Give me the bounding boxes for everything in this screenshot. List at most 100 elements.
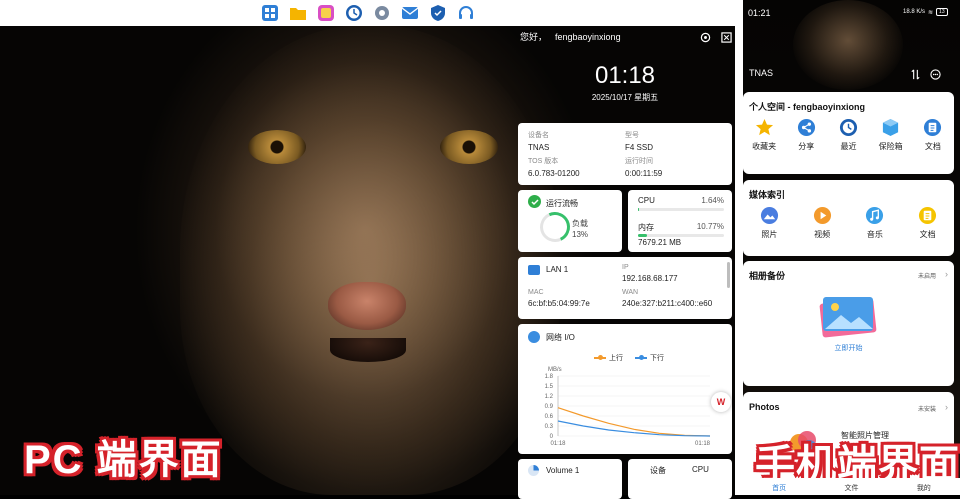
mail-icon[interactable]	[401, 4, 419, 22]
photo-backup-icon	[819, 297, 877, 338]
app-star[interactable]: 收藏夹	[745, 118, 783, 152]
y-tick-label: 1.2	[545, 394, 554, 400]
app-document[interactable]: 文档	[914, 118, 952, 152]
app-label: 视频	[814, 230, 831, 239]
chevron-right-icon: ›	[945, 269, 948, 279]
series-line-upload	[557, 407, 711, 437]
app-label: 音乐	[866, 230, 883, 239]
resource-usage-card[interactable]: CPU 1.64% 内存 10.77% 7679.21 MB	[628, 190, 732, 252]
device-cpu-card[interactable]: 设备 CPU	[628, 459, 732, 499]
y-tick-label: 0.3	[545, 424, 554, 430]
mobile-app-title: TNAS	[749, 68, 774, 78]
settings-icon[interactable]	[700, 30, 711, 48]
y-tick-label: 0	[550, 434, 554, 440]
album-backup-card[interactable]: 相册备份 未启用 › 立即开始	[743, 261, 954, 386]
wan-value: 240e:327:b211:c400::e60	[622, 299, 713, 308]
widget-scrollbar[interactable]	[727, 262, 730, 288]
uptime-value: 0:00:11:59	[625, 169, 663, 178]
battery-icon: 13	[936, 8, 948, 16]
app-label: 最近	[840, 142, 857, 151]
video-icon	[813, 206, 832, 225]
personal-apps: 收藏夹 分享 最近 保险箱 文档	[743, 118, 954, 152]
wallpaper-lynx-eye-left	[248, 130, 306, 164]
status-bar-time: 01:21	[748, 8, 771, 18]
app-label: 分享	[798, 142, 815, 151]
settings-icon[interactable]	[373, 4, 391, 22]
nav-home[interactable]: 首页	[772, 483, 786, 493]
app-share[interactable]: 分享	[787, 118, 825, 152]
nav-files[interactable]: 文件	[844, 483, 858, 493]
network-speed: 18.8 K/s	[903, 9, 926, 15]
network-io-title: 网络 I/O	[546, 333, 575, 342]
y-tick-label: 1.5	[545, 384, 554, 390]
app-label: 照片	[761, 230, 778, 239]
tos-version: 6.0.783-01200	[528, 169, 580, 178]
app-safe-box[interactable]: 保险箱	[872, 118, 910, 152]
app-label: 文档	[919, 230, 936, 239]
document-icon	[923, 118, 942, 137]
app-clock[interactable]: 最近	[829, 118, 867, 152]
network-io-card[interactable]: 网络 I/O 上行 下行 MB/s 1.8 1.5 1.2 0.9 0.6 0.3 0 01:…	[518, 324, 732, 454]
x-tick-label: 01:18	[695, 441, 711, 447]
clock-icon[interactable]	[345, 4, 363, 22]
support-icon[interactable]	[457, 4, 475, 22]
document-icon	[918, 206, 937, 225]
safe-box-icon	[881, 118, 900, 137]
album-backup-title: 相册备份	[749, 271, 786, 281]
running-status-title: 运行流畅	[546, 199, 578, 208]
volume-card[interactable]: Volume 1	[518, 459, 622, 499]
device-info-card[interactable]: 设备名 TNAS 型号 F4 SSD TOS 版本 6.0.783-01200 运行时…	[518, 123, 732, 185]
download-legend-icon	[635, 355, 647, 360]
chevron-right-icon: ›	[945, 402, 948, 412]
model-label: 型号	[625, 132, 639, 139]
nav-mine[interactable]: 我的	[917, 483, 931, 493]
app-label: 保险箱	[878, 142, 903, 151]
greeting: 您好， fengbaoyinxiong	[520, 30, 621, 43]
mobile-screen: 01:21 18.8 K/s ≋ 13 TNAS 个人空间 - fengbaoy…	[743, 0, 960, 495]
message-icon[interactable]	[930, 67, 941, 85]
status-bar-icons: 18.8 K/s ≋ 13	[903, 8, 948, 16]
cpu-usage-bar	[638, 208, 724, 211]
clock-date: 2025/10/17 星期五	[591, 93, 659, 102]
mac-value: 6c:bf:b5:04:99:7e	[528, 299, 590, 308]
file-manager-icon[interactable]	[289, 4, 307, 22]
series-line-download	[557, 420, 711, 437]
y-tick-label: 0.9	[545, 404, 554, 410]
music-icon	[865, 206, 884, 225]
photo-icon[interactable]	[317, 4, 335, 22]
backup-status: 未启用	[917, 274, 936, 280]
wps-floating-icon[interactable]: W	[711, 392, 731, 412]
load-label: 负载	[572, 219, 588, 228]
shield-icon[interactable]	[429, 4, 447, 22]
app-music[interactable]: 音乐	[856, 206, 894, 240]
app-photo[interactable]: 照片	[750, 206, 788, 240]
personal-space-card: 个人空间 - fengbaoyinxiong 收藏夹 分享 最近 保险箱 文档	[743, 92, 954, 174]
mac-label: MAC	[528, 289, 544, 296]
personal-space-title: 个人空间 - fengbaoyinxiong	[749, 102, 865, 112]
media-apps: 照片 视频 音乐 文档	[743, 206, 954, 240]
x-tick-label: 01:18	[550, 441, 566, 447]
top-taskbar	[0, 0, 735, 26]
photos-title: Photos	[749, 402, 780, 412]
load-value: 13%	[572, 230, 589, 239]
transfer-icon[interactable]	[910, 67, 921, 85]
share-icon	[797, 118, 816, 137]
device-name-label: 设备名	[528, 132, 549, 139]
running-status-card[interactable]: 运行流畅 负载 13%	[518, 190, 622, 252]
wallpaper-lynx-nose	[328, 282, 406, 330]
mobile-header-actions	[910, 67, 941, 85]
device-name: TNAS	[528, 143, 550, 152]
network-port-icon	[528, 265, 540, 275]
clock-time: 01:18	[594, 62, 656, 89]
app-document[interactable]: 文档	[909, 206, 947, 240]
memory-usage-bar	[638, 234, 724, 237]
app-video[interactable]: 视频	[803, 206, 841, 240]
divider	[735, 0, 743, 495]
memory-percent: 10.77%	[696, 222, 724, 231]
fullscreen-icon[interactable]	[721, 30, 732, 48]
y-tick-label: 1.8	[545, 374, 554, 380]
start-backup-link[interactable]: 立即开始	[743, 343, 954, 353]
lan-card[interactable]: LAN 1 IP 192.168.68.177 MAC 6c:bf:b5:04:…	[518, 257, 732, 319]
app-center-icon[interactable]	[261, 4, 279, 22]
device-label: 设备	[650, 466, 666, 475]
